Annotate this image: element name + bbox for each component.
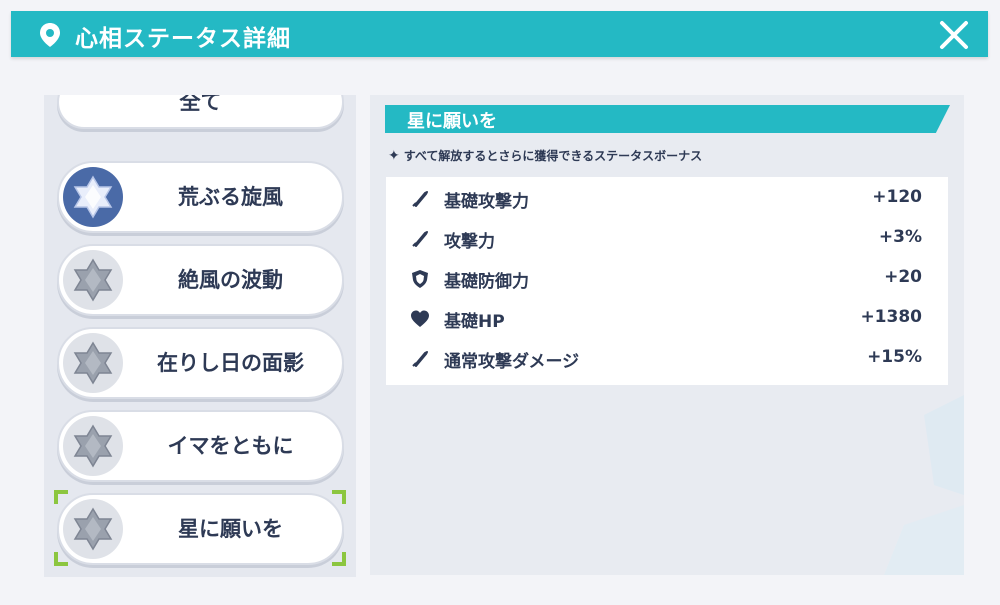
sword-icon [412,191,428,207]
stat-value: +15% [867,347,922,367]
close-icon[interactable] [938,19,970,51]
stat-value: +120 [872,187,922,207]
crystal-icon [63,499,123,559]
page-title: 心相ステータス詳細 [75,26,291,52]
section-title: 星に願いを [407,111,497,132]
category-item-arishihi[interactable]: 在りし日の面影 [57,327,344,399]
stat-row: 通常攻撃ダメージ +15% [386,339,948,379]
category-label: 絶風の波動 [178,268,283,292]
crystal-icon [63,333,123,393]
bonus-note: ✦ すべて解放するとさらに獲得できるステータスボーナス [388,147,702,164]
stat-name: 基礎攻撃力 [444,192,529,212]
stat-row: 基礎防御力 +20 [386,259,948,299]
stat-row: 基礎HP +1380 [386,299,948,339]
sword-icon [412,231,428,247]
stat-name: 攻撃力 [444,232,495,252]
bonus-note-text: すべて解放するとさらに獲得できるステータスボーナス [403,149,703,163]
stat-name: 通常攻撃ダメージ [444,352,580,372]
title-bar: 心相ステータス詳細 [11,11,988,57]
category-label: 在りし日の面影 [157,351,304,375]
selection-corner-icon [332,490,346,504]
category-label: イマをともに [167,434,294,458]
crystal-icon [63,167,123,227]
selection-corner-icon [332,552,346,566]
stat-name: 基礎防御力 [444,272,529,292]
category-item-arabur[interactable]: 荒ぶる旋風 [57,161,344,233]
stat-name: 基礎HP [444,312,505,332]
category-item-zeppu[interactable]: 絶風の波動 [57,244,344,316]
shield-icon [412,270,428,288]
sparkle-icon: ✦ [388,148,400,164]
stat-value: +1380 [860,307,922,327]
sword-icon [412,351,428,367]
heart-icon [411,310,429,327]
stat-value: +20 [884,267,922,287]
category-label: 全て [179,95,222,114]
background-decoration [884,395,964,575]
stats-table: 基礎攻撃力 +120 攻撃力 +3% 基礎防御力 +20 基礎HP +1380 [386,177,948,385]
crystal-icon [63,250,123,310]
category-label: 星に願いを [178,517,283,541]
category-list: 全て 荒ぶる旋風 絶風の波動 在りし日の面影 イマをともに 星に願いを [44,95,356,577]
category-item-all[interactable]: 全て [57,95,344,129]
detail-panel: 星に願いを ✦ すべて解放するとさらに獲得できるステータスボーナス 基礎攻撃力 +… [370,95,964,575]
category-item-imawo[interactable]: イマをともに [57,410,344,482]
location-pin-icon [40,23,60,47]
stat-row: 攻撃力 +3% [386,219,948,259]
crystal-icon [63,416,123,476]
selection-corner-icon [54,552,68,566]
category-item-hoshini[interactable]: 星に願いを [57,493,344,565]
section-header: 星に願いを [385,105,950,133]
selection-corner-icon [54,490,68,504]
stat-row: 基礎攻撃力 +120 [386,179,948,219]
category-label: 荒ぶる旋風 [178,185,283,209]
stat-value: +3% [878,227,922,247]
